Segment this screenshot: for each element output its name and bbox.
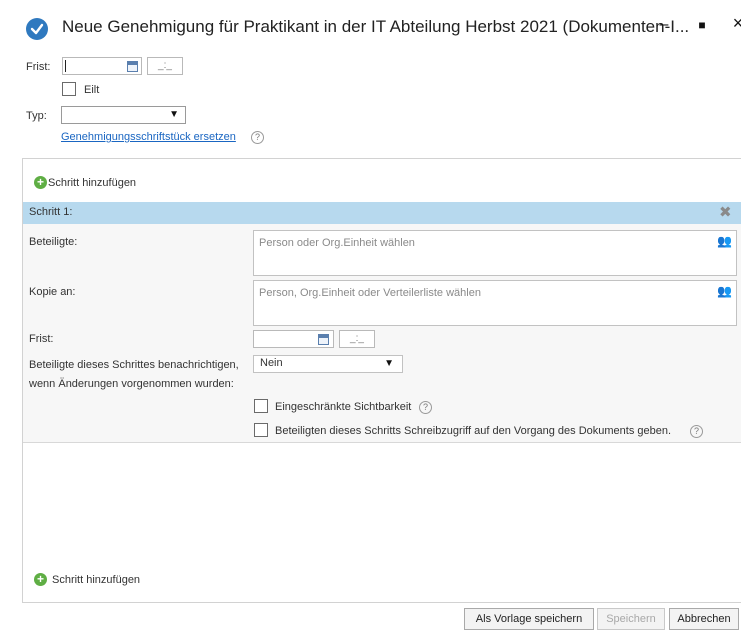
copy-to-field[interactable]: Person, Org.Einheit oder Verteilerliste … [253, 280, 737, 326]
step-deadline-date-input[interactable] [253, 330, 334, 348]
write-access-label: Beteiligten dieses Schritts Schreibzugri… [275, 425, 672, 437]
save-button[interactable]: Speichern [597, 608, 665, 630]
copy-to-placeholder: Person, Org.Einheit oder Verteilerliste … [259, 287, 481, 299]
urgent-label: Eilt [84, 84, 100, 96]
close-button[interactable]: × [726, 13, 741, 35]
notify-label-line2: wenn Änderungen vorgenommen wurden: [29, 378, 234, 390]
add-step-link[interactable]: Schritt hinzufügen [48, 177, 136, 189]
urgent-checkbox[interactable] [62, 82, 76, 96]
help-icon[interactable]: ? [251, 131, 264, 144]
add-step-bottom-link[interactable]: Schritt hinzufügen [52, 574, 140, 586]
window-title: Neue Genehmigung für Praktikant in der I… [62, 17, 690, 36]
help-icon[interactable]: ? [419, 401, 432, 414]
add-step-icon[interactable]: + [34, 573, 47, 586]
participants-label: Beteiligte: [29, 236, 78, 248]
maximize-button[interactable]: ■ [690, 18, 714, 40]
participants-field[interactable]: Person oder Org.Einheit wählen 👥 [253, 230, 737, 276]
add-step-icon[interactable]: + [34, 176, 47, 189]
app-logo-icon [26, 18, 48, 40]
copy-to-label: Kopie an: [29, 286, 76, 298]
step-header [23, 202, 741, 224]
people-picker-icon[interactable]: 👥 [717, 234, 732, 248]
minimize-button[interactable]: – [652, 16, 676, 38]
remove-step-icon[interactable]: ✖ [719, 203, 732, 221]
step-deadline-label: Frist: [29, 333, 54, 345]
deadline-label: Frist: [26, 61, 51, 73]
help-icon[interactable]: ? [690, 425, 703, 438]
people-picker-icon[interactable]: 👥 [717, 284, 732, 298]
restricted-visibility-label: Eingeschränkte Sichtbarkeit [275, 401, 412, 413]
step-deadline-time-input[interactable]: _:_ [339, 330, 375, 348]
notify-select-value: Nein [260, 357, 283, 369]
deadline-time-input[interactable]: _:_ [147, 57, 183, 75]
type-label: Typ: [26, 110, 47, 122]
calendar-icon[interactable] [318, 334, 329, 345]
step-title: Schritt 1: [29, 206, 73, 218]
text-cursor [65, 60, 66, 72]
participants-placeholder: Person oder Org.Einheit wählen [259, 237, 415, 249]
chevron-down-icon: ▼ [169, 109, 179, 120]
cancel-button[interactable]: Abbrechen [669, 608, 739, 630]
restricted-visibility-checkbox[interactable] [254, 399, 268, 413]
replace-document-link[interactable]: Genehmigungsschriftstück ersetzen [61, 131, 236, 143]
save-as-template-button[interactable]: Als Vorlage speichern [464, 608, 594, 630]
write-access-checkbox[interactable] [254, 423, 268, 437]
notify-label-line1: Beteiligte dieses Schrittes benachrichti… [29, 359, 239, 371]
deadline-date-input[interactable] [62, 57, 142, 75]
notify-select[interactable]: Nein ▼ [253, 355, 403, 373]
chevron-down-icon: ▼ [384, 358, 394, 369]
calendar-icon[interactable] [127, 61, 138, 72]
type-select[interactable]: ▼ [61, 106, 186, 124]
